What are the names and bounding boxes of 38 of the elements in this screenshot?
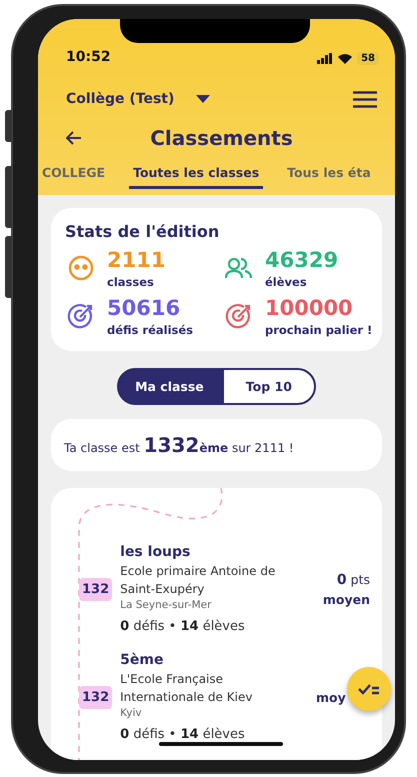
city-name: Kyiv — [120, 707, 143, 719]
segment-button[interactable]: Top 10 — [222, 368, 316, 405]
school-selector[interactable]: Collège (Test) — [66, 91, 174, 107]
points-label: moy — [316, 688, 347, 706]
tab[interactable]: COLLEGE — [38, 165, 110, 189]
back-arrow-icon[interactable] — [66, 131, 82, 145]
dropdown-caret-icon[interactable] — [196, 95, 210, 103]
menu-icon[interactable] — [353, 90, 377, 108]
stat-value: 2111 — [107, 247, 166, 273]
battery-level: 58 — [357, 52, 379, 65]
tab[interactable]: Tous les éta — [283, 165, 375, 189]
class-stats: 0 défis • 14 élèves — [120, 619, 246, 634]
stat-value: 100000 — [265, 295, 354, 321]
page-title: Classements — [150, 126, 294, 150]
rank-message: Ta classe est 1332ème sur 2111 ! — [51, 419, 382, 471]
stat-value: 50616 — [107, 295, 182, 321]
stat-label: classes — [107, 275, 155, 289]
class-name: les loups — [120, 544, 192, 560]
class-name: 5ème — [120, 652, 164, 668]
wifi-icon — [338, 53, 352, 64]
check-list-icon — [358, 683, 380, 695]
signal-icon — [317, 53, 334, 64]
rank-badge: 132 — [79, 686, 112, 708]
class-stats: 0 défis • 14 élèves — [120, 727, 246, 742]
stat-label: prochain palier ! — [265, 323, 372, 337]
school-name: L'Ecole Française Internationale de Kiev — [120, 671, 254, 706]
stat-label: défis réalisés — [107, 323, 194, 337]
school-name: Ecole primaire Antoine de Saint-Exupéry — [120, 563, 276, 598]
stat-label: élèves — [265, 275, 308, 289]
tab[interactable]: Toutes les classes — [129, 165, 264, 189]
rank-badge: 132 — [79, 578, 112, 600]
stats-title: Stats de l'édition — [65, 222, 220, 241]
city-name: La Seyne-sur-Mer — [120, 599, 212, 611]
status-time: 10:52 — [66, 49, 111, 65]
stat-value: 46329 — [265, 247, 338, 273]
segment-button[interactable]: Ma classe — [117, 368, 222, 405]
points: 0 pts — [336, 570, 370, 590]
points-label: moyen — [322, 590, 370, 608]
